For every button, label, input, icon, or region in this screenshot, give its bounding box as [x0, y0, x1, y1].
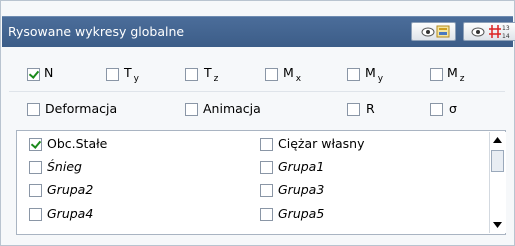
r-label: R: [366, 101, 375, 116]
list-item-label: Grupa5: [278, 206, 325, 221]
animacja-label: Animacja: [203, 101, 261, 116]
list-item-checkbox[interactable]: [29, 184, 42, 197]
vertical-scrollbar[interactable]: [489, 132, 506, 233]
list-item-label: Obc.Stałe: [47, 136, 108, 151]
r-checkbox[interactable]: [347, 103, 360, 116]
scroll-up-button[interactable]: [490, 133, 505, 147]
list-item-label: Grupa2: [47, 182, 94, 197]
component-mz-checkbox[interactable]: [430, 68, 443, 81]
component-tz-label: Tz: [204, 65, 219, 84]
arrow-up-icon: [493, 137, 502, 143]
separator: [9, 91, 505, 92]
global-diagrams-panel: Rysowane wykresy globalne 13 14 N T y T …: [0, 0, 515, 246]
panel-title: Rysowane wykresy globalne: [8, 24, 185, 39]
component-n-label: N: [44, 65, 54, 80]
scroll-thumb[interactable]: [491, 150, 504, 172]
list-item-checkbox[interactable]: [260, 184, 273, 197]
component-tz-checkbox[interactable]: [185, 68, 198, 81]
panel-header: Rysowane wykresy globalne 13 14: [2, 16, 515, 47]
component-my-label: My: [365, 65, 384, 84]
eye-numbers-icon: 13 14: [471, 25, 510, 40]
show-values-button[interactable]: 13 14: [463, 22, 515, 41]
list-item-checkbox[interactable]: [260, 138, 273, 151]
list-item-checkbox[interactable]: [260, 208, 273, 221]
list-item-label: Ciężar własny: [278, 136, 365, 151]
list-item-label: Grupa3: [278, 182, 325, 197]
svg-text:14: 14: [502, 33, 510, 40]
list-item-checkbox[interactable]: [29, 208, 42, 221]
list-item-label: Grupa4: [47, 206, 94, 221]
arrow-down-icon: [493, 222, 502, 228]
list-item-label: Grupa1: [278, 159, 325, 174]
svg-text:13: 13: [502, 25, 510, 32]
sigma-label: σ: [449, 101, 457, 116]
sigma-checkbox[interactable]: [430, 103, 443, 116]
animacja-checkbox[interactable]: [185, 103, 198, 116]
deformacja-label: Deformacja: [45, 101, 118, 116]
component-mx-checkbox[interactable]: [265, 68, 278, 81]
list-item-checkbox[interactable]: [29, 161, 42, 174]
list-item-checkbox[interactable]: [260, 161, 273, 174]
component-my-checkbox[interactable]: [347, 68, 360, 81]
list-item-checkbox[interactable]: [29, 138, 42, 151]
component-mx-label: Mx: [283, 65, 302, 84]
deformacja-checkbox[interactable]: [27, 103, 40, 116]
show-table-button[interactable]: [411, 22, 456, 41]
component-ty-checkbox[interactable]: [106, 68, 119, 81]
eye-table-icon: [421, 25, 450, 38]
component-mz-label: Mz: [447, 65, 465, 84]
load-groups-list[interactable]: Obc.Stałe Ciężar własny Śnieg Grupa1 Gru…: [16, 130, 506, 235]
list-item-label: Śnieg: [47, 159, 82, 174]
scroll-down-button[interactable]: [490, 218, 505, 232]
component-n-checkbox[interactable]: [27, 68, 40, 81]
component-ty-label: Ty: [124, 65, 139, 84]
